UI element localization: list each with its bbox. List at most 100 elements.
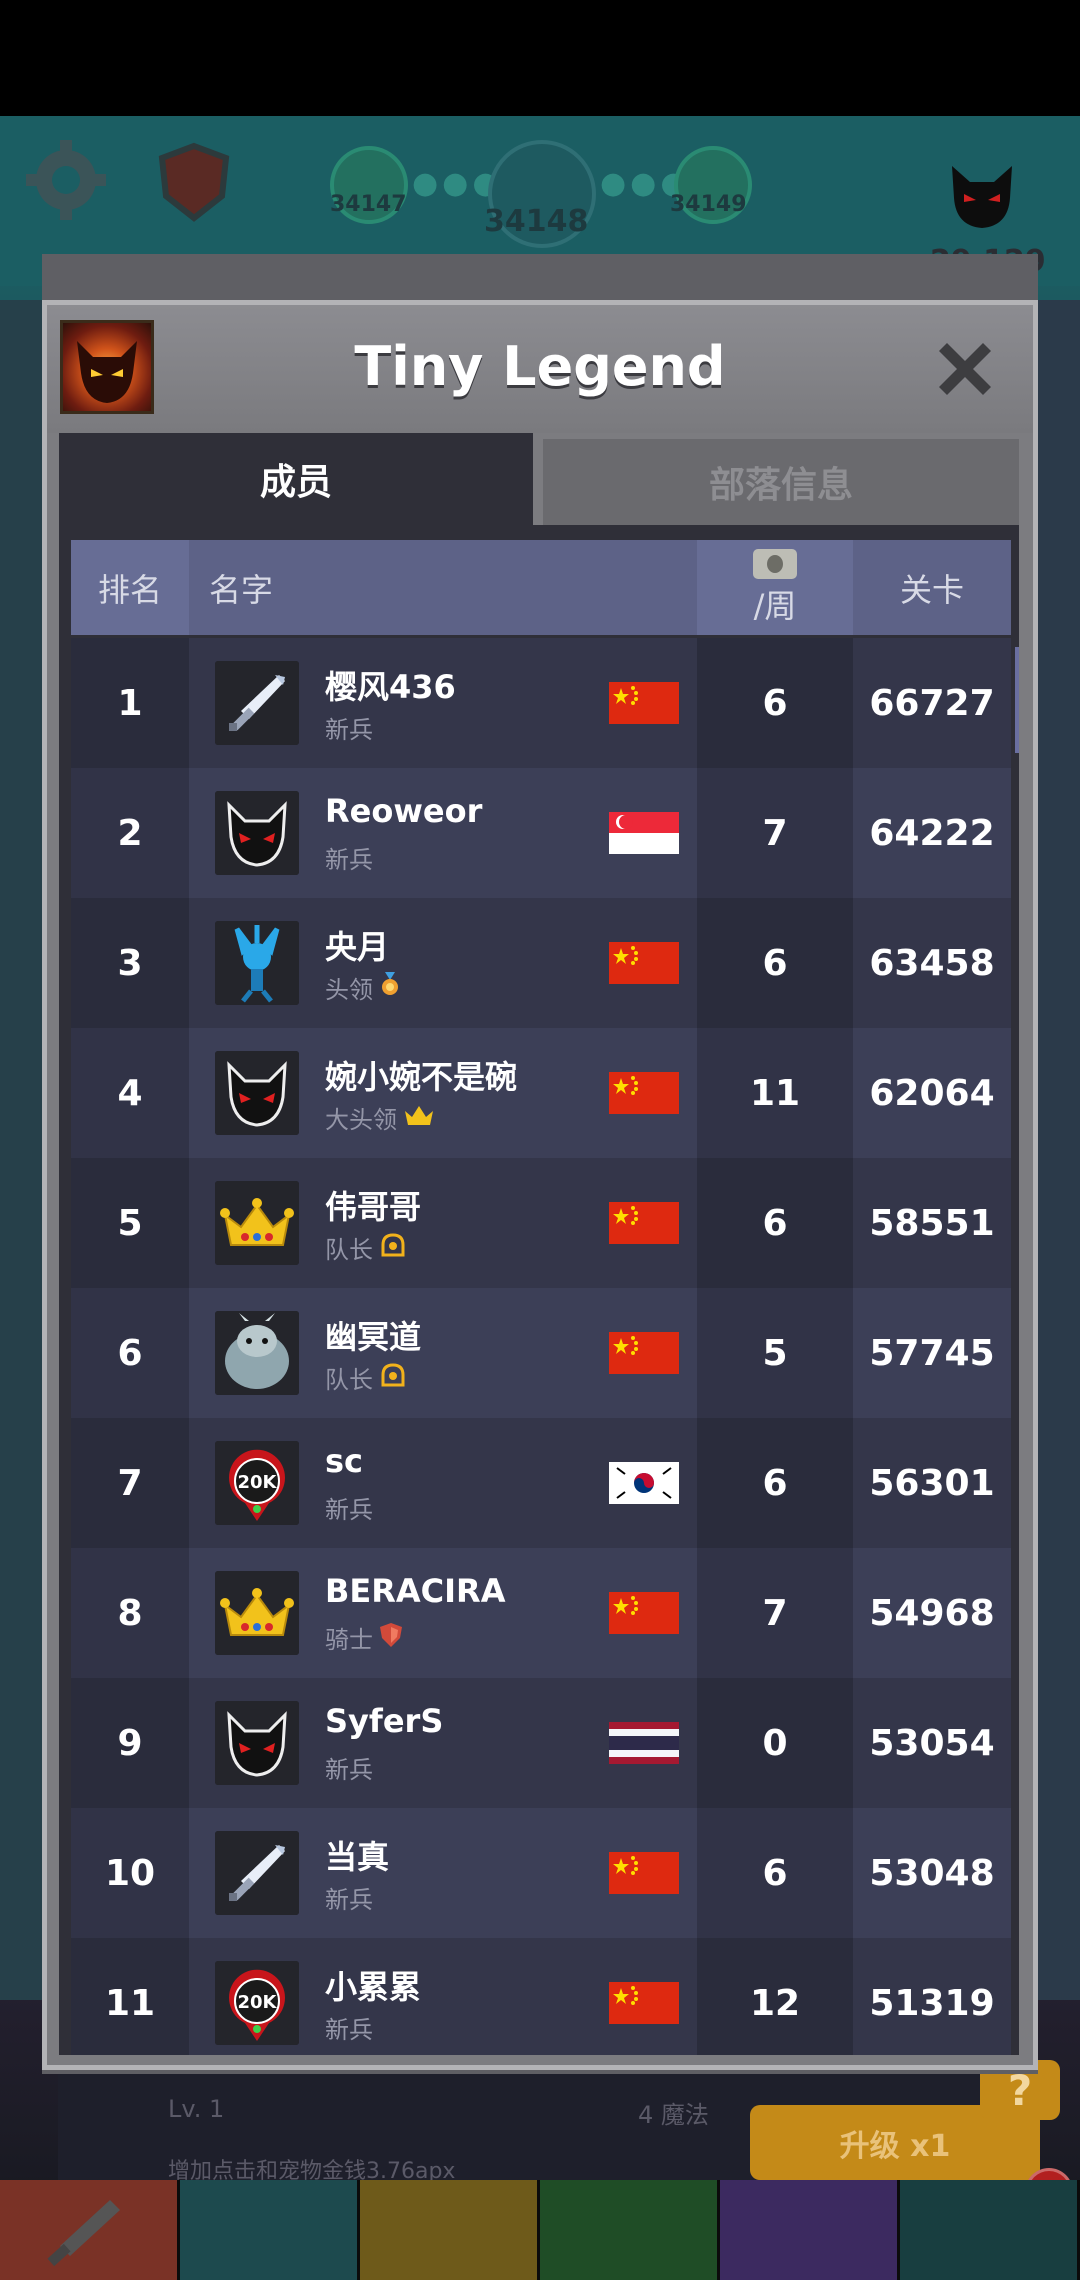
th-flag-icon — [609, 1722, 679, 1764]
member-weekly-tickets: 0 — [697, 1678, 853, 1808]
hero-level-text: Lv. 1 — [168, 2095, 225, 2123]
tab-clan-info[interactable]: 部落信息 — [543, 439, 1019, 525]
member-row[interactable]: 5 伟哥哥 队长 6 58551 — [71, 1158, 1011, 1288]
member-name: Reoweor — [325, 792, 483, 830]
medal-icon — [379, 971, 401, 1004]
member-stage: 63458 — [869, 942, 995, 984]
member-role-label: 新兵 — [325, 716, 373, 744]
member-name-cell: 20K sc 新兵 — [189, 1418, 697, 1548]
member-row[interactable]: 10 当真 新兵 6 53048 — [71, 1808, 1011, 1938]
clan-shield-icon[interactable] — [146, 134, 242, 230]
devil-avatar-icon — [215, 1051, 299, 1135]
member-row[interactable]: 7 20K sc 新兵 6 56301 — [71, 1418, 1011, 1548]
member-weekly-tickets: 6 — [697, 1808, 853, 1938]
member-name-cell: SyferS 新兵 — [189, 1678, 697, 1808]
member-weekly-tickets: 7 — [697, 768, 853, 898]
member-name: 樱风436 — [325, 668, 456, 706]
20k-avatar-icon: 20K — [215, 1961, 299, 2045]
member-stage: 57745 — [869, 1332, 995, 1374]
member-rows: 1 樱风436 新兵 6 66727 2 Reoweor 新兵 7 64222 3 央月 头领 6 6345… — [71, 638, 1011, 2055]
member-role-label: 新兵 — [325, 1756, 373, 1784]
member-role: 骑士 — [325, 1620, 403, 1655]
member-role-label: 队长 — [325, 1366, 373, 1394]
member-name: 伟哥哥 — [325, 1188, 422, 1226]
tab-shop[interactable] — [900, 2180, 1080, 2280]
member-weekly-tickets: 6 — [697, 638, 853, 768]
boss-devil-icon[interactable] — [942, 156, 1022, 236]
member-name-cell: 伟哥哥 队长 — [189, 1158, 697, 1288]
member-name: 小累累 — [325, 1968, 422, 2006]
cn-flag-icon — [609, 1202, 679, 1244]
member-rank: 9 — [71, 1678, 189, 1808]
member-name-cell: 20K 小累累 新兵 — [189, 1938, 697, 2055]
member-rank: 3 — [71, 898, 189, 1028]
member-stage: 53048 — [869, 1852, 995, 1894]
member-row[interactable]: 2 Reoweor 新兵 7 64222 — [71, 768, 1011, 898]
next-stage-number: 34149 — [670, 192, 747, 217]
svg-text:20K: 20K — [238, 1992, 278, 2013]
tab-artifacts[interactable] — [720, 2180, 900, 2280]
member-row[interactable]: 9 SyferS 新兵 0 53054 — [71, 1678, 1011, 1808]
settings-gear-icon[interactable] — [22, 136, 110, 224]
helmet-icon — [379, 1232, 407, 1263]
wizard-avatar-icon — [215, 921, 299, 1005]
table-header: 排名 名字 /周 关卡 — [71, 540, 1011, 635]
dialog-header: Tiny Legend — [47, 305, 1033, 433]
tab-skills[interactable] — [540, 2180, 720, 2280]
member-role: 队长 — [325, 1360, 407, 1395]
member-row[interactable]: 3 央月 头领 6 63458 — [71, 898, 1011, 1028]
member-role: 头领 — [325, 970, 401, 1005]
member-role-label: 新兵 — [325, 846, 373, 874]
column-name: 名字 — [209, 570, 274, 609]
crown-icon — [403, 1103, 435, 1133]
member-role-label: 头领 — [325, 976, 373, 1004]
member-name: SyferS — [325, 1702, 444, 1740]
member-role: 新兵 — [325, 840, 373, 875]
member-name-cell: 樱风436 新兵 — [189, 638, 697, 768]
member-stage: 54968 — [869, 1592, 995, 1634]
20k-avatar-icon: 20K — [215, 1441, 299, 1525]
member-role: 大头领 — [325, 1100, 435, 1135]
member-weekly-tickets: 12 — [697, 1938, 853, 2055]
clan-dialog: Tiny Legend 成员 部落信息 排名 名字 /周 关卡 1 樱风436 新兵… — [42, 300, 1038, 2070]
member-role: 新兵 — [325, 1750, 373, 1785]
crown-avatar-icon — [215, 1571, 299, 1655]
member-role-label: 新兵 — [325, 1886, 373, 1914]
member-row[interactable]: 4 婉小婉不是碗 大头领 11 62064 — [71, 1028, 1011, 1158]
member-rank: 1 — [71, 638, 189, 768]
scrollbar-thumb[interactable] — [1015, 647, 1019, 753]
column-week: /周 — [697, 540, 853, 635]
member-role-label: 新兵 — [325, 1496, 373, 1524]
member-rank: 11 — [71, 1938, 189, 2055]
member-row[interactable]: 1 樱风436 新兵 6 66727 — [71, 638, 1011, 768]
member-stage: 62064 — [869, 1072, 995, 1114]
member-row[interactable]: 6 幽冥道 队长 5 57745 — [71, 1288, 1011, 1418]
tab-equipment[interactable] — [360, 2180, 540, 2280]
member-name-cell: 婉小婉不是碗 大头领 — [189, 1028, 697, 1158]
member-role-label: 骑士 — [325, 1626, 373, 1654]
member-row[interactable]: 8 BERACIRA 骑士 7 54968 — [71, 1548, 1011, 1678]
member-name: sc — [325, 1442, 364, 1480]
member-row[interactable]: 11 20K 小累累 新兵 12 51319 — [71, 1938, 1011, 2055]
member-name: BERACIRA — [325, 1572, 506, 1610]
cn-flag-icon — [609, 1982, 679, 2024]
member-weekly-tickets: 5 — [697, 1288, 853, 1418]
magic-text: 4 魔法 — [638, 2101, 709, 2129]
tab-members[interactable]: 成员 — [59, 433, 533, 525]
member-weekly-tickets: 6 — [697, 898, 853, 1028]
members-list[interactable]: 排名 名字 /周 关卡 1 樱风436 新兵 6 66727 2 Reoweor 新兵 7 642… — [59, 525, 1019, 2055]
tab-pets[interactable] — [180, 2180, 360, 2280]
member-rank: 7 — [71, 1418, 189, 1548]
member-name-cell: 当真 新兵 — [189, 1808, 697, 1938]
close-icon[interactable] — [929, 333, 1001, 405]
member-weekly-tickets: 6 — [697, 1158, 853, 1288]
member-role: 新兵 — [325, 710, 373, 745]
sword-avatar-icon — [215, 1831, 299, 1915]
member-weekly-tickets: 11 — [697, 1028, 853, 1158]
cn-flag-icon — [609, 1072, 679, 1114]
member-rank: 4 — [71, 1028, 189, 1158]
crown-avatar-icon — [215, 1181, 299, 1265]
member-name-cell: Reoweor 新兵 — [189, 768, 697, 898]
member-rank: 5 — [71, 1158, 189, 1288]
sg-flag-icon — [609, 812, 679, 854]
